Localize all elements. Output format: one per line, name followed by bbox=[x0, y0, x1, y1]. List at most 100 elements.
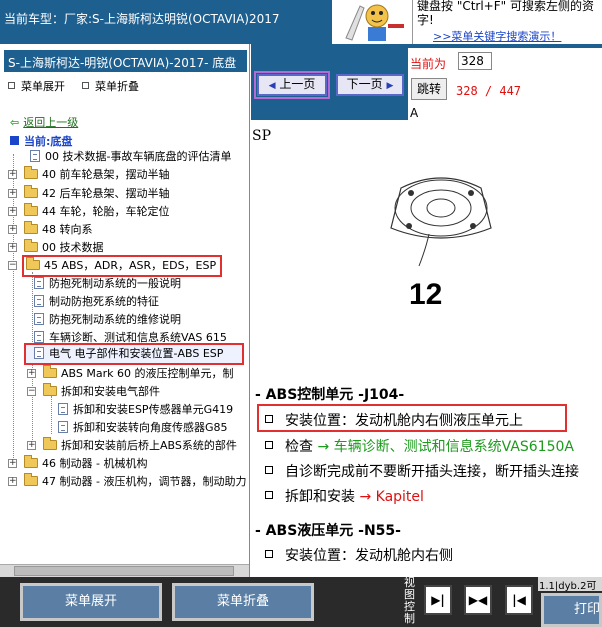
section-heading-j104: - ABS控制单元 -J104- bbox=[255, 387, 405, 403]
view-split-button[interactable]: ▶◀ bbox=[464, 585, 492, 615]
expand-plus-icon[interactable]: + bbox=[8, 477, 17, 486]
footer-expand-button[interactable]: 菜单展开 bbox=[20, 583, 162, 621]
print-button[interactable]: 打印 bbox=[541, 593, 602, 627]
bullet-text: 安装位置：发动机舱内右侧 bbox=[285, 548, 453, 564]
split-arrows-icon: ▶◀ bbox=[468, 593, 488, 607]
expand-plus-icon[interactable]: + bbox=[8, 243, 17, 252]
view-left-button[interactable]: |◀ bbox=[505, 585, 533, 615]
expand-plus-icon[interactable]: + bbox=[8, 225, 17, 234]
horizontal-scrollbar[interactable] bbox=[0, 564, 249, 577]
expand-plus-icon[interactable]: + bbox=[8, 170, 17, 179]
tree-item-label: 拆卸和安装转向角度传感器G85 bbox=[73, 421, 228, 434]
tree-item-label: 制动防抱死系统的特征 bbox=[49, 295, 159, 308]
tree-item[interactable]: + 拆卸和安装前后桥上ABS系统的部件 bbox=[27, 437, 237, 455]
search-tip-line1: 键盘按 "Ctrl+F" 可搜索左侧的资 bbox=[417, 0, 594, 13]
bullet-self-diagnosis: 自诊断完成前不要断开插头连接，断开插头连接 bbox=[265, 461, 579, 481]
folder-icon bbox=[24, 166, 38, 179]
prev-page-label: 上一页 bbox=[279, 77, 316, 91]
scrollbar-thumb[interactable] bbox=[14, 566, 234, 576]
bullet-check: 检查 → 车辆诊断、测试和信息系统VAS6150A bbox=[265, 436, 574, 456]
tree-item[interactable]: +40 前车轮悬架，摆动半轴 bbox=[8, 166, 170, 184]
view-right-button[interactable]: ▶| bbox=[424, 585, 452, 615]
tree-item[interactable]: − 拆卸和安装电气部件 bbox=[27, 383, 160, 401]
tree-item[interactable]: +46 制动器 - 机械机构 bbox=[8, 455, 147, 473]
document-content: SP 12 - ABS控制单元 -J104- 安装位置：发动机舱内右侧液压单元上… bbox=[251, 120, 602, 577]
arrow-left-icon: |◀ bbox=[512, 593, 526, 607]
document-icon bbox=[30, 150, 40, 162]
tree-item-abs[interactable]: − 45 ABS，ADR，ASR，EDS，ESP bbox=[8, 255, 223, 277]
document-icon bbox=[34, 313, 44, 325]
tree-item[interactable]: 防抱死制动系统的维修说明 bbox=[34, 311, 181, 329]
document-icon bbox=[34, 277, 44, 289]
tree-item-label: 42 后车轮悬架、摆动半轴 bbox=[42, 187, 170, 200]
kapitel-link[interactable]: → Kapitel bbox=[359, 489, 423, 505]
menu-collapse-link[interactable]: 菜单折叠 bbox=[82, 78, 139, 94]
menu-expand-link[interactable]: 菜单展开 bbox=[8, 78, 65, 94]
collapse-minus-icon[interactable]: − bbox=[27, 387, 36, 396]
view-control-label: 视图控制 bbox=[404, 576, 415, 625]
tree-item-label: 48 转向系 bbox=[42, 223, 93, 236]
top-bar: 当前车型：厂家:S-上海斯柯达明锐(OCTAVIA)2017 键盘按 "Ctrl… bbox=[0, 0, 602, 44]
section-heading-n55: - ABS液压单元 -N55- bbox=[255, 523, 401, 539]
search-tip-panel: 键盘按 "Ctrl+F" 可搜索左侧的资 字! >>菜单关键字搜索演示！ bbox=[412, 0, 602, 44]
menu-expand-label: 菜单展开 bbox=[21, 80, 65, 93]
page-info: 当前为 328 跳转 328 / 447 A bbox=[408, 48, 602, 120]
menu-collapse-label: 菜单折叠 bbox=[95, 80, 139, 93]
tree-item[interactable]: 拆卸和安装转向角度传感器G85 bbox=[58, 419, 228, 437]
expand-plus-icon[interactable]: + bbox=[8, 207, 17, 216]
expand-plus-icon[interactable]: + bbox=[27, 369, 36, 378]
back-label: 返回上一级 bbox=[23, 116, 79, 129]
tree-item-label: 拆卸和安装ESP传感器单元G419 bbox=[73, 403, 234, 416]
checkbox-bullet-icon bbox=[265, 491, 273, 499]
folder-icon bbox=[43, 437, 57, 450]
back-arrow-icon: ⇦ bbox=[10, 116, 20, 129]
jump-button[interactable]: 跳转 bbox=[411, 78, 447, 100]
tree-item-label: 47 制动器 - 液压机构，调节器，制动助力 bbox=[42, 475, 247, 488]
left-panel-title: S-上海斯柯达-明锐(OCTAVIA)-2017- 底盘 bbox=[4, 50, 247, 72]
page-number-input[interactable]: 328 bbox=[458, 52, 492, 70]
tree-item[interactable]: 制动防抱死系统的特征 bbox=[34, 293, 159, 311]
abs-unit-figure bbox=[390, 177, 492, 267]
bullet-install-location: 安装位置：发动机舱内右侧液压单元上 bbox=[257, 404, 567, 432]
prev-page-button[interactable]: ◀ 上一页 bbox=[254, 71, 330, 99]
tree-item-label: 44 车轮，轮胎，车轮定位 bbox=[42, 205, 170, 218]
figure-number: 12 bbox=[409, 278, 443, 311]
expand-plus-icon[interactable]: + bbox=[27, 441, 36, 450]
bullet-text: 拆卸和安装 bbox=[285, 489, 355, 505]
search-demo-link[interactable]: >>菜单关键字搜索演示！ bbox=[433, 28, 561, 44]
mascot-icon bbox=[332, 0, 412, 44]
tree-item-label: 40 前车轮悬架，摆动半轴 bbox=[42, 168, 170, 181]
tree-item-label: 拆卸和安装前后桥上ABS系统的部件 bbox=[61, 439, 237, 452]
page-marker: A bbox=[410, 106, 419, 120]
tree-item-label: 46 制动器 - 机械机构 bbox=[42, 457, 148, 470]
page-counter: 328 / 447 bbox=[456, 84, 522, 98]
square-bullet-icon bbox=[82, 82, 89, 89]
arrow-right-icon: ▶| bbox=[431, 593, 445, 607]
expand-plus-icon[interactable]: + bbox=[8, 459, 17, 468]
tree-item[interactable]: 00 技术数据-事故车辆底盘的评估清单 bbox=[10, 148, 231, 166]
tree-item[interactable]: +48 转向系 bbox=[8, 221, 93, 239]
tree-item[interactable]: +00 技术数据 bbox=[8, 239, 104, 257]
tree-item[interactable]: +44 车轮，轮胎，车轮定位 bbox=[8, 203, 170, 221]
current-page-label: 当前为 bbox=[410, 57, 447, 71]
collapse-minus-icon[interactable]: − bbox=[8, 261, 17, 270]
checkbox-bullet-icon bbox=[265, 550, 273, 558]
document-panel: ◀ 上一页 下一页 ▶ 当前为 328 跳转 328 / 447 A SP 12… bbox=[251, 44, 602, 577]
tree-item-label: 00 技术数据-事故车辆底盘的评估清单 bbox=[45, 150, 232, 163]
mascot-image bbox=[332, 0, 412, 44]
back-link[interactable]: ⇦ 返回上一级 bbox=[10, 114, 78, 130]
tree-item-selected[interactable]: 电气 电子部件和安装位置-ABS ESP bbox=[24, 343, 244, 365]
tree-connector bbox=[51, 396, 52, 434]
tree-item[interactable]: +42 后车轮悬架、摆动半轴 bbox=[8, 185, 170, 203]
tree-item[interactable]: +47 制动器 - 液压机构，调节器，制动助力 bbox=[8, 473, 246, 491]
tree-item[interactable]: + ABS Mark 60 的液压控制单元，制 bbox=[27, 365, 233, 383]
vas-link[interactable]: → 车辆诊断、测试和信息系统VAS6150A bbox=[317, 439, 574, 455]
tree-item[interactable]: 拆卸和安装ESP传感器单元G419 bbox=[58, 401, 233, 419]
current-car-title: 当前车型：厂家:S-上海斯柯达明锐(OCTAVIA)2017 bbox=[4, 12, 280, 26]
tree-item[interactable]: 防抱死制动系统的一般说明 bbox=[34, 275, 181, 293]
right-triangle-icon: ▶ bbox=[386, 81, 394, 91]
next-page-button[interactable]: 下一页 ▶ bbox=[336, 74, 404, 96]
expand-plus-icon[interactable]: + bbox=[8, 189, 17, 198]
checkbox-bullet-icon bbox=[265, 466, 273, 474]
footer-collapse-button[interactable]: 菜单折叠 bbox=[172, 583, 314, 621]
